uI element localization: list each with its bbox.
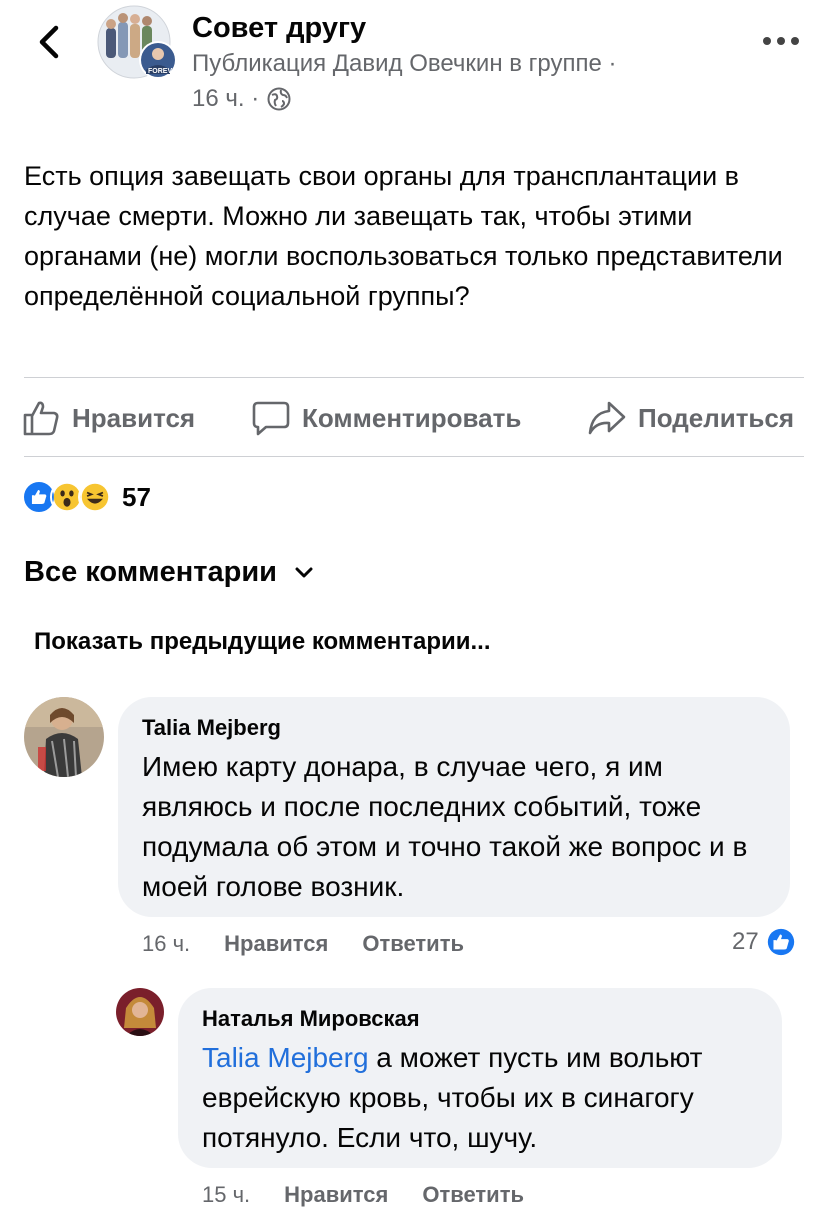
comment-label: Комментировать — [302, 402, 522, 433]
comment-like-count-text: 27 — [732, 928, 759, 955]
back-chevron-icon[interactable] — [30, 22, 70, 62]
reaction-count: 57 — [122, 481, 151, 512]
reply-author[interactable]: Наталья Мировская — [202, 1006, 420, 1032]
show-previous-comments[interactable]: Показать предыдущие комментарии... — [34, 628, 491, 656]
reply-text: Talia Mejberg а может пусть им вольют ев… — [202, 1038, 772, 1158]
thumbs-up-icon — [23, 401, 59, 436]
share-arrow-icon — [588, 401, 626, 435]
comment-bubble: Talia Mejberg Имею карту донара, в случа… — [118, 697, 790, 917]
comment-reply-button[interactable]: Ответить — [362, 931, 464, 957]
comment-button[interactable]: Комментировать — [252, 398, 521, 438]
commenter-avatar[interactable] — [24, 697, 104, 777]
comment-like-button[interactable]: Нравится — [224, 931, 328, 957]
reply-bubble: Наталья Мировская Talia Mejberg а может … — [178, 988, 782, 1168]
more-options-icon[interactable] — [762, 36, 800, 46]
comment-text: Имею карту донара, в случае чего, я им я… — [142, 751, 748, 902]
reply-time: 15 ч. — [202, 1182, 251, 1207]
divider — [24, 456, 804, 457]
haha-reaction-icon — [78, 480, 112, 514]
share-button[interactable]: Поделиться — [588, 398, 794, 438]
post-text: Есть опция завещать свои органы для тран… — [24, 161, 783, 311]
share-label: Поделиться — [638, 402, 795, 433]
comment-author[interactable]: Talia Mejberg — [142, 715, 281, 741]
comment-bubble-icon — [252, 401, 290, 436]
comment-meta: 16 ч. Нравится Ответить — [142, 931, 464, 957]
globe-icon — [267, 87, 291, 111]
group-title[interactable]: Совет другу — [192, 12, 366, 45]
all-comments-label: Все комментарии — [24, 556, 277, 588]
reply-meta: 15 ч. Нравится Ответить — [202, 1182, 524, 1208]
comment-like-count[interactable]: 27 — [732, 926, 797, 958]
reply-reply-button[interactable]: Ответить — [422, 1182, 524, 1208]
avatar-badge-text: FOREVER — [148, 68, 182, 75]
divider — [24, 377, 804, 378]
reply-avatar[interactable] — [116, 988, 164, 1036]
post-time: 16 ч. · — [192, 85, 291, 113]
all-comments-filter[interactable]: Все комментарии — [24, 556, 313, 589]
like-label: Нравится — [72, 402, 196, 433]
like-reaction-icon — [765, 926, 796, 958]
reply-like-button[interactable]: Нравится — [284, 1182, 388, 1208]
reactions-summary[interactable]: 57 — [22, 480, 151, 514]
comment-time: 16 ч. — [142, 931, 191, 956]
group-avatar[interactable]: FOREVER — [96, 4, 182, 80]
chevron-down-icon — [295, 567, 313, 577]
post-time-text: 16 ч. · — [192, 85, 260, 112]
like-button[interactable]: Нравится — [22, 398, 195, 438]
post-subtitle: Публикация Давид Овечкин в группе · — [192, 50, 617, 77]
mention-link[interactable]: Talia Mejberg — [202, 1042, 369, 1073]
